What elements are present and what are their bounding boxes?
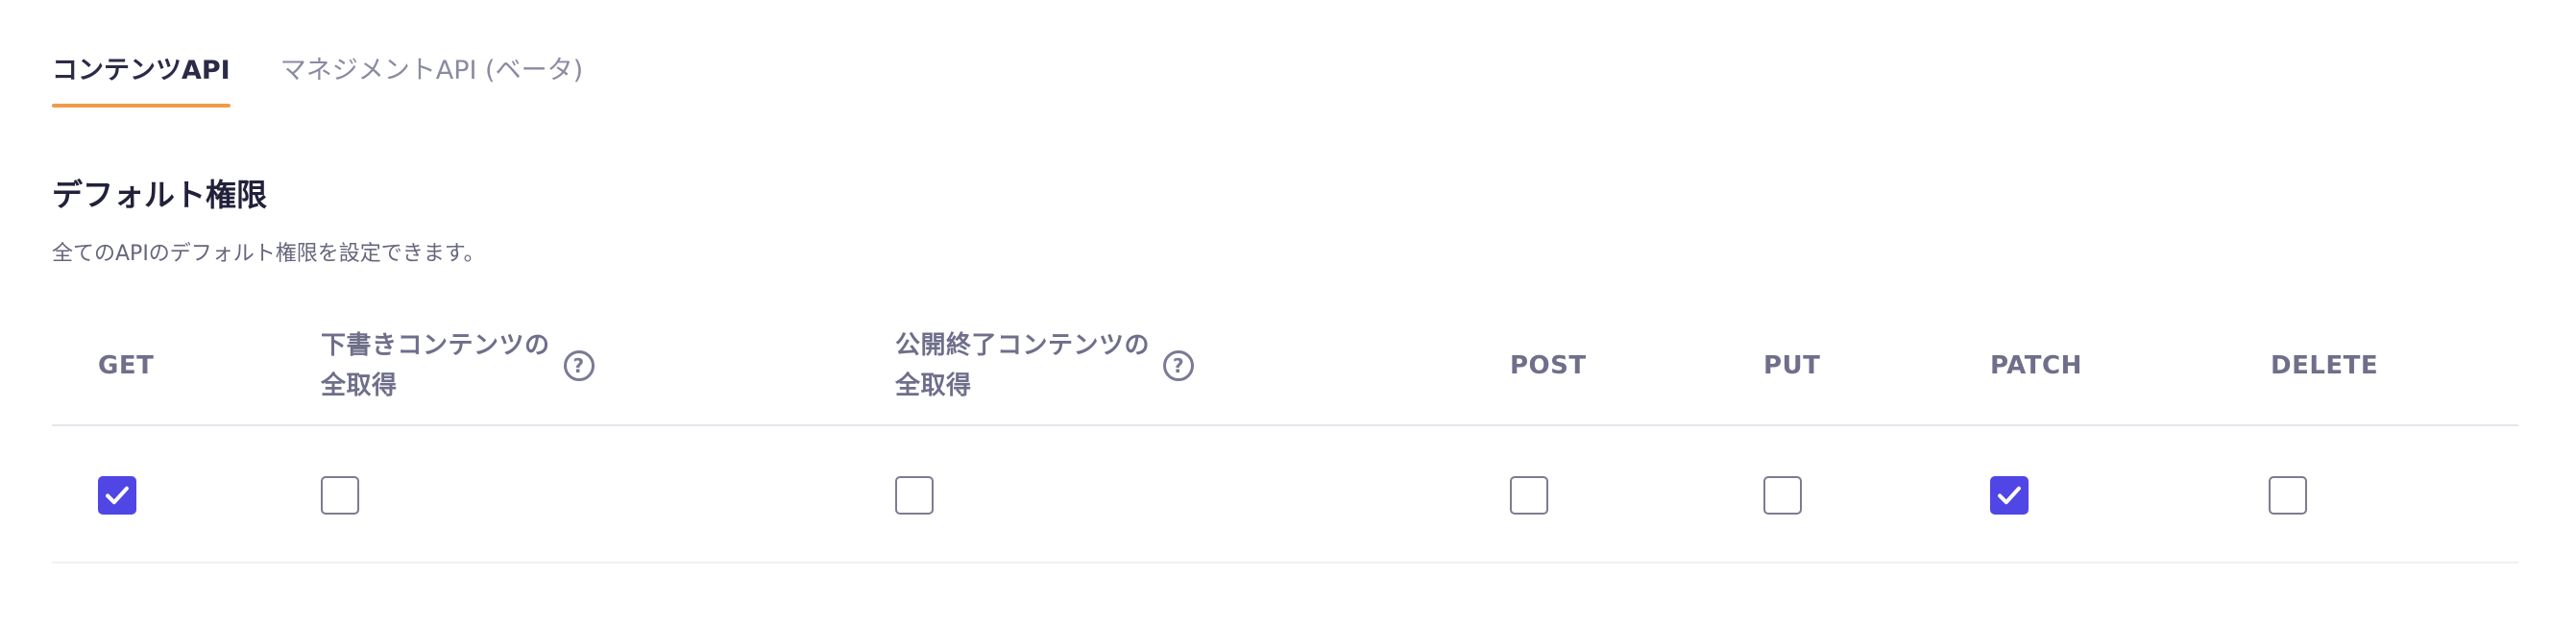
checkbox-put[interactable] <box>1763 476 1802 515</box>
checkbox-get[interactable] <box>98 476 136 515</box>
column-label: PATCH <box>1990 351 2082 380</box>
help-icon[interactable]: ? <box>1163 350 1195 381</box>
checkbox-patch[interactable] <box>1990 476 2029 515</box>
permissions-table-header: GET 下書きコンテンツの 全取得 ? 公開終了コンテンツの 全取得 ? POS… <box>52 307 2518 424</box>
permissions-panel: コンテンツAPI マネジメントAPI (ベータ) デフォルト権限 全てのAPIの… <box>0 0 2576 624</box>
column-label: PUT <box>1763 351 1821 380</box>
section-description: 全てのAPIのデフォルト権限を設定できます。 <box>52 242 485 266</box>
column-header-closed-fetch: 公開終了コンテンツの 全取得 ? <box>895 307 1195 424</box>
column-header-draft-fetch: 下書きコンテンツの 全取得 ? <box>321 307 595 424</box>
api-tabs: コンテンツAPI マネジメントAPI (ベータ) <box>52 48 633 90</box>
check-icon <box>106 486 129 505</box>
checkbox-draft-fetch[interactable] <box>321 476 359 515</box>
column-label-line1: 公開終了コンテンツの <box>895 331 1151 360</box>
table-bottom-divider <box>52 562 2518 564</box>
column-label-line1: 下書きコンテンツの <box>321 331 550 360</box>
column-label-line2: 全取得 <box>895 372 972 400</box>
column-label: POST <box>1510 351 1587 380</box>
active-tab-indicator <box>52 104 231 108</box>
column-label: 公開終了コンテンツの 全取得 <box>895 325 1150 406</box>
checkbox-closed-fetch[interactable] <box>895 476 934 515</box>
column-label: DELETE <box>2271 351 2379 380</box>
tab-content-api[interactable]: コンテンツAPI <box>52 48 231 90</box>
column-header-post: POST <box>1510 307 1587 424</box>
checkbox-post[interactable] <box>1510 476 1548 515</box>
column-header-delete: DELETE <box>2271 307 2378 424</box>
check-icon <box>1998 486 2021 505</box>
checkbox-delete[interactable] <box>2269 476 2307 515</box>
column-label: 下書きコンテンツの 全取得 <box>321 325 550 406</box>
help-icon[interactable]: ? <box>563 350 595 381</box>
tab-management-api[interactable]: マネジメントAPI (ベータ) <box>280 48 583 90</box>
section-title: デフォルト権限 <box>52 177 268 213</box>
column-header-put: PUT <box>1763 307 1820 424</box>
column-label: GET <box>98 351 155 380</box>
column-label-line2: 全取得 <box>321 372 398 400</box>
column-header-patch: PATCH <box>1990 307 2082 424</box>
column-header-get: GET <box>98 307 154 424</box>
table-divider <box>52 424 2518 426</box>
